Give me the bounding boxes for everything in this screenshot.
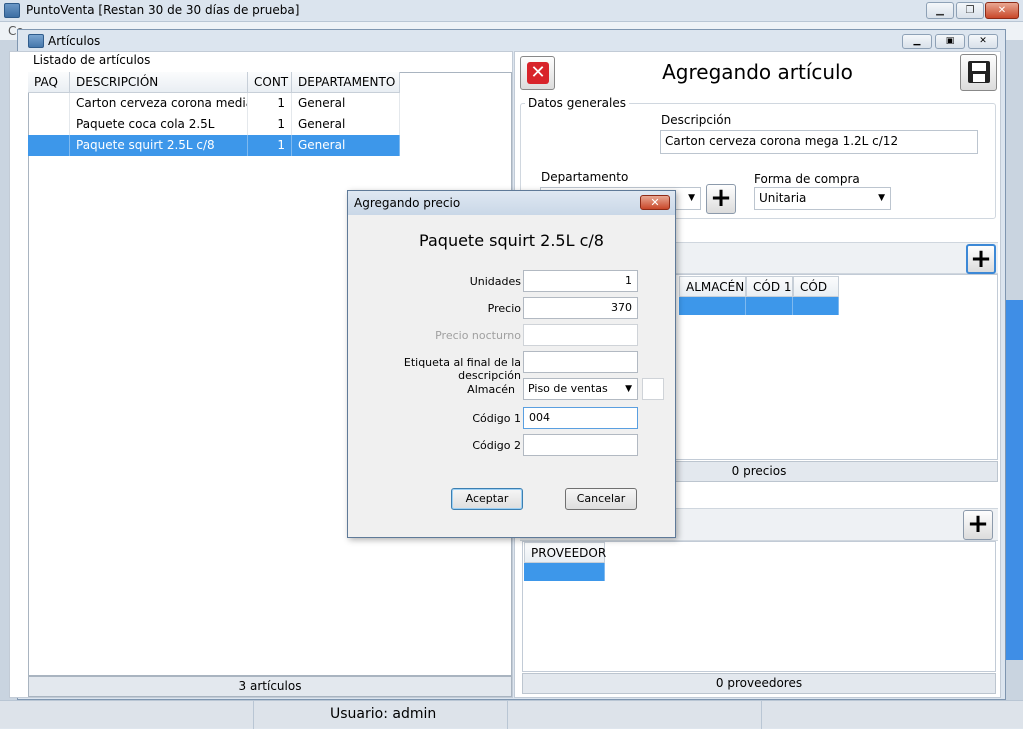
chevron-down-icon: ▼: [878, 193, 885, 203]
articulos-restore-button[interactable]: ▣: [935, 34, 965, 49]
precios-empty-row-cell[interactable]: [746, 297, 793, 315]
floppy-disk-icon: [968, 61, 990, 83]
col-header-proveedor[interactable]: PROVEEDOR: [524, 542, 606, 563]
cell-paq: [28, 114, 70, 135]
cell-descripcion: Paquete coca cola 2.5L: [70, 114, 248, 135]
col-header-departamento[interactable]: DEPARTAMENTO: [292, 72, 400, 93]
plus-icon: +: [970, 244, 992, 274]
chevron-down-icon: ▼: [625, 384, 632, 394]
add-precio-button[interactable]: +: [966, 244, 996, 274]
almacen-value: Piso de ventas: [528, 382, 608, 395]
proveedores-count-footer: 0 proveedores: [522, 673, 996, 694]
forma-compra-combo[interactable]: Unitaria ▼: [754, 187, 891, 210]
col-header-almacen[interactable]: ALMACÉN: [679, 276, 746, 297]
status-bar: Usuario: admin: [0, 700, 1023, 729]
almacen-combo[interactable]: Piso de ventas ▼: [523, 378, 638, 400]
close-x-icon: ✕: [527, 62, 549, 84]
cancel-form-button[interactable]: ✕: [520, 56, 555, 90]
table-row[interactable]: Carton cerveza corona media 1 General: [28, 93, 400, 114]
status-user: Usuario: admin: [330, 706, 437, 722]
codigo1-input[interactable]: 004: [523, 407, 638, 429]
datos-generales-legend: Datos generales: [525, 96, 629, 110]
col-header-paq[interactable]: PAQ: [28, 72, 70, 93]
col-header-cod2[interactable]: CÓD 2: [793, 276, 839, 314]
articulos-title-bar: Artículos ▁ ▣ ✕: [18, 30, 1005, 52]
almacen-label: Almacén: [467, 383, 515, 396]
restore-button[interactable]: ❐: [956, 2, 984, 19]
save-button[interactable]: [960, 54, 997, 91]
precio-input[interactable]: 370: [523, 297, 638, 319]
plus-icon: +: [710, 183, 732, 213]
articulos-window-icon: [28, 34, 44, 48]
col-header-descripcion[interactable]: DESCRIPCIÓN: [70, 72, 248, 93]
precio-nocturno-label: Precio nocturno: [435, 329, 521, 342]
articles-list-label: Listado de artículos: [33, 53, 151, 67]
articulos-title: Artículos: [48, 34, 101, 48]
articulos-minimize-button[interactable]: ▁: [902, 34, 932, 49]
forma-compra-value: Unitaria: [759, 191, 807, 205]
app-icon: [4, 3, 20, 18]
cancelar-button[interactable]: Cancelar: [565, 488, 637, 510]
dialog-heading: Paquete squirt 2.5L c/8: [419, 231, 604, 250]
codigo1-label: Código 1: [472, 412, 521, 425]
articulos-close-button[interactable]: ✕: [968, 34, 998, 49]
articles-count-footer: 3 artículos: [28, 676, 512, 697]
cell-cont: 1: [248, 135, 292, 156]
etiqueta-input[interactable]: [523, 351, 638, 373]
departamento-label: Departamento: [541, 170, 629, 184]
etiqueta-label: Etiqueta al final de la descripción: [403, 356, 521, 382]
background-blue-panel: [1006, 300, 1023, 660]
almacen-extra-box[interactable]: [642, 378, 664, 400]
cell-departamento: General: [292, 114, 400, 135]
forma-compra-label: Forma de compra: [754, 172, 860, 186]
proveedores-empty-row-cell[interactable]: [524, 563, 605, 581]
status-cell: [508, 701, 762, 729]
cell-paq: [28, 93, 70, 114]
codigo2-label: Código 2: [472, 439, 521, 452]
plus-icon: +: [967, 509, 989, 539]
minimize-button[interactable]: ▁: [926, 2, 954, 19]
form-title: Agregando artículo: [662, 60, 853, 84]
dialog-title: Agregando precio: [354, 196, 461, 210]
chevron-down-icon: ▼: [688, 193, 695, 203]
cell-departamento: General: [292, 135, 400, 156]
table-row-selected[interactable]: Paquete squirt 2.5L c/8 1 General: [28, 135, 400, 156]
articles-grid-header: PAQ DESCRIPCIÓN CONT DEPARTAMENTO: [28, 72, 400, 93]
cell-descripcion: Paquete squirt 2.5L c/8: [70, 135, 248, 156]
precio-nocturno-input[interactable]: [523, 324, 638, 346]
col-header-cod1[interactable]: CÓD 1: [746, 276, 793, 297]
agregando-precio-dialog: Agregando precio ✕ Paquete squirt 2.5L c…: [347, 190, 676, 538]
unidades-input[interactable]: 1: [523, 270, 638, 292]
cell-descripcion: Carton cerveza corona media: [70, 93, 248, 114]
add-proveedor-button[interactable]: +: [963, 510, 993, 540]
precios-empty-row-cell[interactable]: [679, 297, 746, 315]
app-title: PuntoVenta [Restan 30 de 30 días de prue…: [26, 3, 300, 17]
cell-cont: 1: [248, 93, 292, 114]
cell-paq: [28, 135, 70, 156]
dialog-title-bar: Agregando precio ✕: [348, 191, 675, 215]
dialog-close-button[interactable]: ✕: [640, 195, 670, 210]
precios-empty-row-cell[interactable]: [793, 297, 839, 315]
descripcion-input[interactable]: Carton cerveza corona mega 1.2L c/12: [660, 130, 978, 154]
col-header-cont[interactable]: CONT: [248, 72, 292, 93]
cell-departamento: General: [292, 93, 400, 114]
unidades-label: Unidades: [469, 275, 521, 288]
codigo2-input[interactable]: [523, 434, 638, 456]
precio-label: Precio: [487, 302, 521, 315]
app-close-button[interactable]: ✕: [985, 2, 1019, 19]
app-title-bar: PuntoVenta [Restan 30 de 30 días de prue…: [0, 0, 1023, 22]
add-departamento-button[interactable]: +: [706, 184, 736, 214]
aceptar-button[interactable]: Aceptar: [451, 488, 523, 510]
cell-cont: 1: [248, 114, 292, 135]
descripcion-label: Descripción: [661, 113, 732, 127]
table-row[interactable]: Paquete coca cola 2.5L 1 General: [28, 114, 400, 135]
status-cell: [0, 701, 254, 729]
